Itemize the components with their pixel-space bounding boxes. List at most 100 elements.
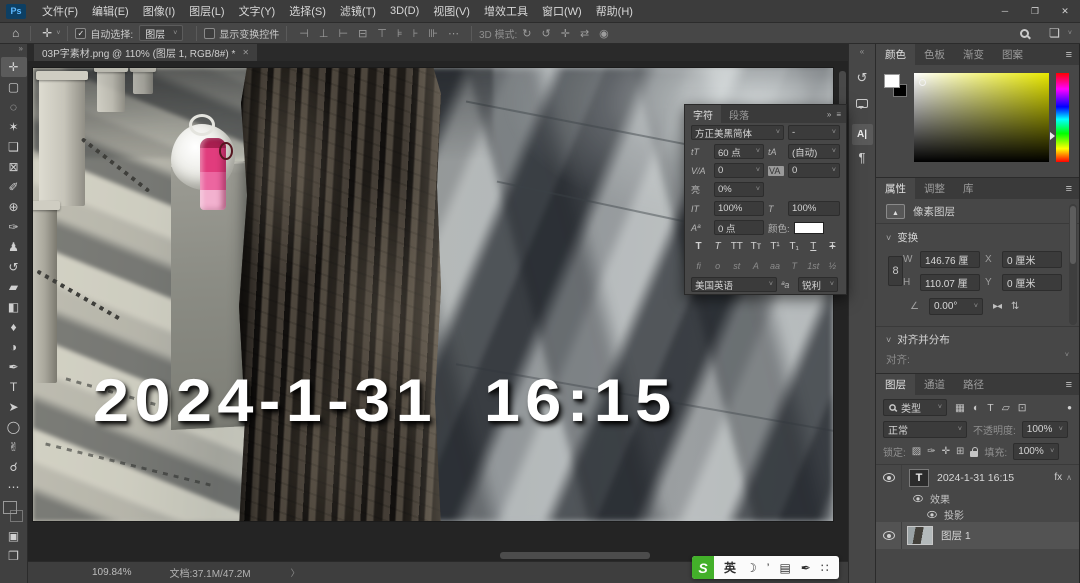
faux-bold-button[interactable]: T xyxy=(691,241,706,252)
pen-tool[interactable]: ✒ xyxy=(1,357,27,377)
3d-slide-icon[interactable]: ⇄ xyxy=(580,27,589,40)
character-panel-icon[interactable]: A| xyxy=(852,124,873,145)
comment-panel-icon[interactable] xyxy=(856,99,868,108)
vertical-scale-field[interactable]: 100% xyxy=(714,201,764,216)
sogou-logo-icon[interactable]: S xyxy=(692,556,714,579)
zoom-tool[interactable]: ☌ xyxy=(1,457,27,477)
3d-drag-icon[interactable]: ✛ xyxy=(561,27,570,40)
eye-cell[interactable] xyxy=(876,465,902,490)
eye-cell[interactable] xyxy=(876,522,902,549)
menu-view[interactable]: 视图(V) xyxy=(426,3,477,19)
menu-plugins[interactable]: 增效工具 xyxy=(477,3,535,19)
ime-language-toggle[interactable]: 英 xyxy=(724,559,736,576)
ime-toolbox-icon[interactable]: ∷ xyxy=(821,561,829,575)
align-top-edges-icon[interactable]: ⊤ xyxy=(377,27,387,40)
proportional-spacing-dropdown[interactable]: 0% ˅ xyxy=(714,182,764,197)
horizontal-scale-field[interactable]: 100% xyxy=(788,201,840,216)
flip-vertical-icon[interactable]: ⇅ xyxy=(1011,301,1018,312)
antialias-dropdown[interactable]: 锐利 ˅ xyxy=(798,277,838,292)
effects-row[interactable]: 效果 xyxy=(876,490,1079,506)
show-transform-checkbox[interactable] xyxy=(204,28,215,39)
align-left-edges-icon[interactable]: ⊣ xyxy=(299,27,309,40)
language-dropdown[interactable]: 美国英语 ˅ xyxy=(691,277,777,292)
minimize-button[interactable]: ─ xyxy=(990,6,1020,17)
menu-3d[interactable]: 3D(D) xyxy=(383,5,426,17)
text-color-swatch[interactable] xyxy=(794,222,824,234)
paragraph-panel-icon[interactable]: ¶ xyxy=(859,150,866,165)
3d-roll-icon[interactable]: ↺ xyxy=(542,27,551,40)
swash-button[interactable]: A xyxy=(748,261,763,271)
tab-libraries[interactable]: 库 xyxy=(954,178,983,199)
fractions-button[interactable]: ½ xyxy=(825,261,840,271)
menu-filter[interactable]: 滤镜(T) xyxy=(333,3,383,19)
close-button[interactable]: ✕ xyxy=(1050,6,1080,17)
y-field[interactable]: 0 厘米 xyxy=(1002,274,1062,291)
eyedropper-tool[interactable]: ✐ xyxy=(1,177,27,197)
properties-scrollbar[interactable] xyxy=(1069,204,1077,325)
font-style-dropdown[interactable]: - ˅ xyxy=(788,125,840,140)
history-panel-icon[interactable]: ↺ xyxy=(857,70,868,86)
tab-channels[interactable]: 通道 xyxy=(915,374,954,395)
drop-shadow-row[interactable]: 投影 xyxy=(876,506,1079,522)
filter-pixel-layers-icon[interactable]: ▦ xyxy=(955,402,965,414)
color-swatches-widget[interactable] xyxy=(2,500,26,526)
align-right-edges-icon[interactable]: ⊢ xyxy=(338,27,348,40)
lock-all-icon[interactable] xyxy=(970,451,978,457)
menu-layer[interactable]: 图层(L) xyxy=(182,3,231,19)
ligatures-button[interactable]: fi xyxy=(691,261,706,271)
gradient-tool[interactable]: ◧ xyxy=(1,297,27,317)
status-options-chevron[interactable]: 〉 xyxy=(291,566,300,579)
ime-keyboard-icon[interactable]: ▤ xyxy=(779,561,790,575)
x-field[interactable]: 0 厘米 xyxy=(1002,251,1062,268)
tab-layers[interactable]: 图层 xyxy=(876,374,915,395)
align-vertical-centers-icon[interactable]: ⊧ xyxy=(397,27,403,40)
visibility-eye-icon[interactable] xyxy=(883,473,895,482)
crop-tool[interactable]: ❑ xyxy=(1,137,27,157)
filter-shape-layers-icon[interactable]: ▱ xyxy=(1002,402,1010,414)
hue-slider-marker[interactable] xyxy=(1050,132,1055,140)
lock-image-pixels-icon[interactable]: ✑ xyxy=(927,446,935,457)
ime-night-mode-icon[interactable]: ☽ xyxy=(746,561,757,575)
distribute-horizontal-icon[interactable]: ⊟ xyxy=(358,27,367,40)
dodge-tool[interactable]: ◑ xyxy=(1,337,27,357)
tab-color[interactable]: 颜色 xyxy=(876,44,915,65)
tab-patterns[interactable]: 图案 xyxy=(993,44,1032,65)
filter-kind-dropdown[interactable]: 类型 ˅ xyxy=(883,399,947,416)
quick-mask-button[interactable]: ▣ xyxy=(1,526,27,546)
more-align-options-icon[interactable]: ⋯ xyxy=(448,27,459,40)
link-dimensions-icon[interactable]: 8 xyxy=(888,256,903,286)
visibility-eye-icon[interactable] xyxy=(913,494,923,501)
faux-italic-button[interactable]: T xyxy=(710,241,725,252)
superscript-button[interactable]: T¹ xyxy=(768,241,783,252)
image-layer-row[interactable]: 图层 1 xyxy=(876,522,1079,549)
lasso-tool[interactable]: ◌ xyxy=(1,97,27,117)
font-size-dropdown[interactable]: 60 点 ˅ xyxy=(714,144,764,159)
strikethrough-button[interactable]: Ŧ xyxy=(825,241,840,252)
menu-help[interactable]: 帮助(H) xyxy=(589,3,640,19)
text-layer-thumbnail[interactable]: T xyxy=(909,469,929,487)
tab-gradients[interactable]: 渐变 xyxy=(954,44,993,65)
saturation-brightness-field[interactable] xyxy=(914,73,1049,162)
lock-position-icon[interactable]: ✛ xyxy=(942,446,950,457)
transform-section-header[interactable]: ˅ 变换 xyxy=(876,224,1079,249)
lock-artboard-icon[interactable]: ⊞ xyxy=(956,446,964,457)
small-caps-button[interactable]: Tᴛ xyxy=(748,241,763,252)
text-layer-row[interactable]: T 2024-1-31 16:15 fx ∧ xyxy=(876,465,1079,490)
color-field-marker[interactable] xyxy=(919,79,926,86)
visibility-eye-icon[interactable] xyxy=(927,510,937,517)
panel-menu-icon[interactable]: ≡ xyxy=(1066,379,1079,391)
tab-close-icon[interactable]: ✕ xyxy=(242,48,249,57)
auto-select-checkbox[interactable]: ✓ xyxy=(75,28,86,39)
tab-paragraph[interactable]: 段落 xyxy=(721,105,757,123)
angle-field[interactable]: 0.00° ˅ xyxy=(929,298,983,315)
blur-tool[interactable]: ♦ xyxy=(1,317,27,337)
marquee-tool[interactable]: ▢ xyxy=(1,77,27,97)
distribute-vertical-icon[interactable]: ⊪ xyxy=(428,27,438,40)
menu-image[interactable]: 图像(I) xyxy=(136,3,182,19)
height-field[interactable]: 110.07 厘 xyxy=(920,274,980,291)
tab-adjustments[interactable]: 调整 xyxy=(915,178,954,199)
kerning-dropdown[interactable]: 0 ˅ xyxy=(714,163,764,178)
filter-type-layers-icon[interactable]: T xyxy=(987,402,993,414)
restore-button[interactable]: ❐ xyxy=(1020,6,1050,17)
image-layer-thumbnail[interactable] xyxy=(907,526,933,545)
